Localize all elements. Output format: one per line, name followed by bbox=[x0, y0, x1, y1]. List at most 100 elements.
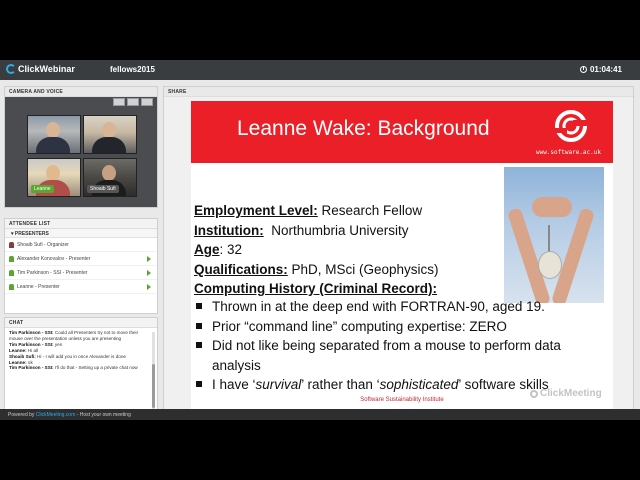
attendee-name: Leanne - Presenter bbox=[17, 283, 60, 290]
chat-text: Hi all bbox=[26, 347, 39, 353]
presenter-arrow-icon[interactable] bbox=[147, 269, 151, 276]
webinar-name: fellows2015 bbox=[110, 65, 155, 74]
chat-message: Tim Parkinson - SSI: Could all Presenter… bbox=[9, 330, 153, 342]
chat-scroll-thumb[interactable] bbox=[152, 364, 155, 408]
bullet-item: Prior “command line” computing expertise… bbox=[196, 317, 608, 337]
slide-url: www.software.ac.uk bbox=[535, 149, 601, 156]
info-label: Age bbox=[194, 242, 220, 257]
attendee-name: Shoaib Sufi - Organizer bbox=[17, 241, 69, 248]
chat-author: Leanne: bbox=[9, 347, 27, 353]
chat-message: Tim Parkinson - SSI: I'll do that - Sett… bbox=[9, 365, 153, 371]
fullscreen-button[interactable] bbox=[141, 98, 153, 106]
video-feed[interactable]: Leanne bbox=[27, 158, 81, 197]
group-label-text: PRESENTERS bbox=[14, 231, 49, 237]
layout-toggle-button[interactable] bbox=[113, 98, 125, 106]
chat-text: Hi - I will add you in once Alexander is… bbox=[35, 353, 126, 359]
clickmeeting-link[interactable]: ClickMeeting.com bbox=[36, 412, 75, 418]
bullet-square-icon bbox=[196, 381, 202, 387]
participant-head bbox=[102, 165, 116, 181]
attendee-row[interactable]: Leanne - Presenter bbox=[5, 280, 157, 294]
bullet-square-icon bbox=[196, 322, 202, 329]
info-line: Institution: Northumbria University bbox=[194, 221, 439, 241]
info-line: Computing History (Criminal Record): bbox=[194, 279, 439, 299]
chat-text: ok bbox=[26, 359, 33, 365]
chat-text: yes bbox=[53, 341, 63, 347]
top-bar: ClickWebinar fellows2015 01:04:41 bbox=[0, 60, 640, 80]
attendee-panel: ATTENDEE LIST ▾ PRESENTERS Shoaib Sufi -… bbox=[4, 218, 158, 314]
bullet-emphasis: sophisticated bbox=[379, 377, 459, 392]
chat-scrollbar[interactable] bbox=[152, 332, 155, 410]
slide-title: Leanne Wake: Background bbox=[237, 117, 490, 140]
photo-hands bbox=[532, 197, 572, 217]
info-value: Northumbria University bbox=[263, 222, 409, 238]
attendee-row[interactable]: Tim Parkinson - SSI - Presenter bbox=[5, 266, 157, 280]
video-feed[interactable] bbox=[27, 115, 81, 154]
photo-kettle bbox=[538, 251, 562, 279]
presenters-group-label[interactable]: ▾ PRESENTERS bbox=[5, 229, 157, 238]
bullet-item: Did not like being separated from a mous… bbox=[196, 336, 608, 375]
organizer-person-icon bbox=[9, 241, 14, 248]
chat-text: I'll do that - Setting up a private chat… bbox=[53, 365, 138, 371]
clickmeeting-watermark: ClickMeeting bbox=[530, 388, 602, 399]
chat-author: Shoaib Sufi: bbox=[9, 353, 36, 359]
slide-bullets: Thrown in at the deep end with FORTRAN-9… bbox=[196, 297, 608, 395]
video-feed[interactable] bbox=[83, 115, 137, 154]
ssi-logo-icon bbox=[551, 110, 591, 142]
clickwebinar-logo-icon bbox=[6, 64, 16, 74]
bullet-square-icon bbox=[196, 303, 202, 309]
bullet-square-icon bbox=[196, 342, 202, 348]
chat-messages: Tim Parkinson - SSI: Could all Presenter… bbox=[5, 328, 157, 373]
participant-body bbox=[92, 137, 126, 153]
powered-by-bar: Powered by ClickMeeting.com - Host your … bbox=[0, 409, 640, 420]
info-line: Employment Level: Research Fellow bbox=[194, 201, 439, 221]
brand-logo: ClickWebinar bbox=[6, 64, 75, 74]
attendee-name: Tim Parkinson - SSI - Presenter bbox=[17, 269, 88, 276]
presenter-person-icon bbox=[9, 255, 14, 262]
chat-author: Tim Parkinson - SSI: bbox=[9, 341, 54, 347]
bullet-text: I have ‘survival’ rather than ‘sophistic… bbox=[212, 375, 549, 395]
bullet-text-part: I have ‘ bbox=[212, 377, 256, 392]
chat-author: Tim Parkinson - SSI: bbox=[9, 365, 54, 371]
chat-author: Tim Parkinson - SSI: bbox=[9, 330, 54, 335]
attendee-name: Alexander Konovalov - Presenter bbox=[17, 255, 91, 262]
powered-by-prefix: Powered by bbox=[8, 412, 36, 418]
participant-head bbox=[46, 122, 60, 138]
chained-hands-photo bbox=[504, 167, 604, 303]
info-line: Age: 32 bbox=[194, 240, 439, 260]
timer-value: 01:04:41 bbox=[589, 65, 622, 74]
chat-author: Leanne: bbox=[9, 359, 27, 365]
attendee-panel-title: ATTENDEE LIST bbox=[5, 219, 157, 229]
clock-icon bbox=[579, 66, 587, 73]
info-value: Research Fellow bbox=[317, 203, 423, 218]
presentation-slide: Leanne Wake: Background www.software.ac.… bbox=[191, 101, 613, 409]
presenter-arrow-icon[interactable] bbox=[147, 255, 151, 262]
video-feed[interactable]: Shoaib Sufi bbox=[83, 158, 137, 197]
slide-banner: Leanne Wake: Background www.software.ac.… bbox=[191, 101, 613, 163]
presenter-person-icon bbox=[9, 269, 14, 276]
info-label: Qualifications: bbox=[194, 261, 288, 277]
bullet-text-part: ’ rather than ‘ bbox=[301, 377, 380, 392]
info-label: Institution: bbox=[194, 222, 264, 238]
session-timer: 01:04:41 bbox=[579, 65, 622, 74]
participant-body bbox=[36, 137, 70, 153]
bullet-emphasis: survival bbox=[255, 377, 302, 392]
chat-panel-title: CHAT bbox=[5, 318, 157, 328]
info-value: : 32 bbox=[219, 242, 243, 257]
bullet-text: Thrown in at the deep end with FORTRAN-9… bbox=[212, 299, 545, 314]
chat-panel: CHAT Tim Parkinson - SSI: Could all Pres… bbox=[4, 317, 158, 414]
layout-grid-button[interactable] bbox=[127, 98, 139, 106]
attendee-row[interactable]: Shoaib Sufi - Organizer bbox=[5, 238, 157, 252]
info-label: Employment Level: bbox=[194, 203, 318, 218]
presenter-arrow-icon[interactable] bbox=[147, 283, 151, 290]
attendee-row[interactable]: Alexander Konovalov - Presenter bbox=[5, 252, 157, 266]
info-label: Computing History (Criminal Record): bbox=[194, 281, 438, 296]
share-panel-title: SHARE bbox=[164, 87, 633, 97]
info-line: Qualifications: PhD, MSci (Geophysics) bbox=[194, 260, 439, 280]
bullet-text: Did not like being separated from a mous… bbox=[212, 338, 561, 373]
bullet-item: Thrown in at the deep end with FORTRAN-9… bbox=[196, 297, 608, 317]
slide-info-list: Employment Level: Research Fellow Instit… bbox=[194, 201, 439, 299]
video-name-label: Leanne bbox=[31, 185, 54, 193]
powered-by-suffix: - Host your own meeting bbox=[75, 412, 131, 418]
clickmeeting-logo-icon bbox=[530, 389, 538, 398]
brand-name: ClickWebinar bbox=[18, 64, 75, 74]
